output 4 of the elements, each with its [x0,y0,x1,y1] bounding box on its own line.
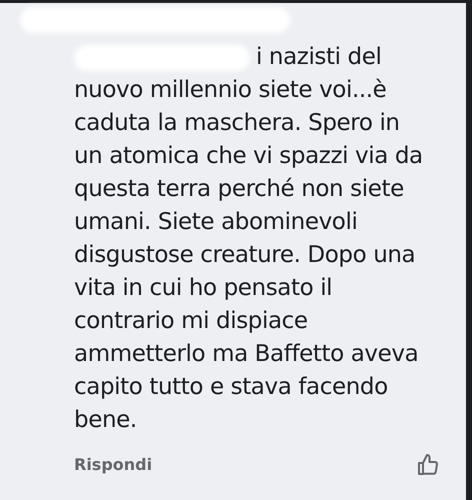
like-icon[interactable] [416,453,440,477]
reply-button[interactable]: Rispondi [74,453,152,477]
comment-text: nuovo millennio siete voi...è caduta la maschera. Spero in un atomica che vi spazzi via da questa terra perché non siete umani. Siete abominevoli disgustose creature. Dopo una vita in cui ho pensato il contrario mi dispiace ammetterlo ma Baffetto aveva capito tutto e stava facendo bene. [74,76,424,435]
comment-text: i nazisti del [256,43,382,72]
